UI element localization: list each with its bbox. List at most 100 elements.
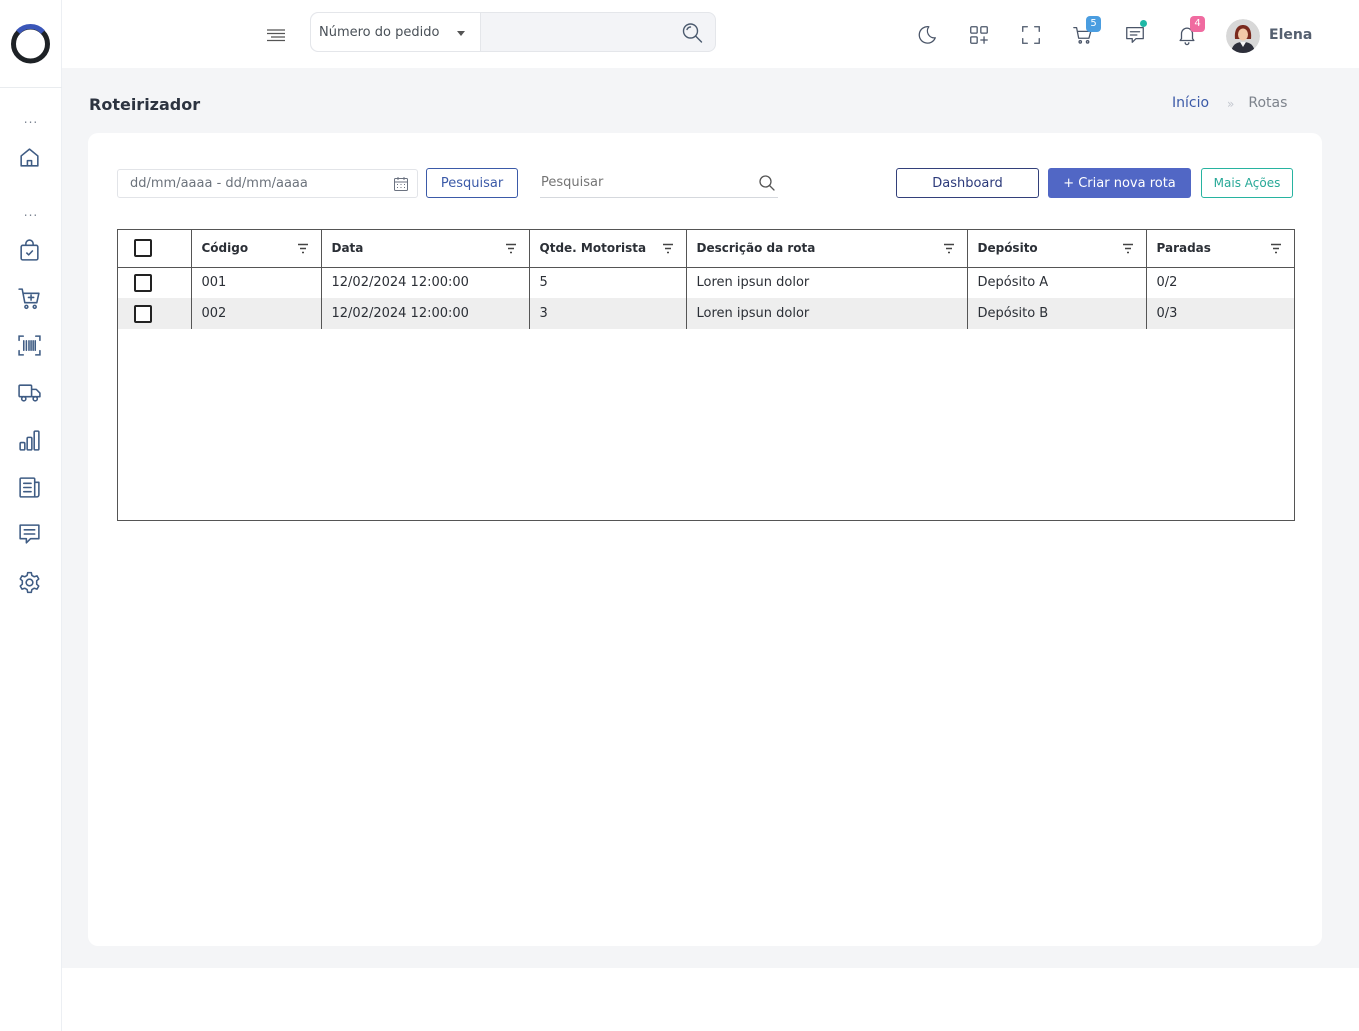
table-cell: 5 bbox=[529, 267, 687, 298]
sidebar-item-reports[interactable] bbox=[16, 427, 42, 453]
column-header[interactable]: Paradas bbox=[1146, 230, 1294, 268]
logo-icon[interactable] bbox=[9, 22, 52, 65]
table-row[interactable]: 001 12/02/2024 12:00:00 5 Loren ipsun do… bbox=[118, 267, 1294, 298]
filter-icon[interactable] bbox=[1270, 243, 1282, 254]
message-dot-indicator bbox=[1140, 20, 1147, 27]
column-header-label: Paradas bbox=[1156, 241, 1211, 256]
row-select-cell bbox=[118, 298, 192, 329]
create-route-button[interactable]: + Criar nova rota bbox=[1048, 168, 1191, 198]
filter-icon[interactable] bbox=[505, 243, 517, 254]
home-icon bbox=[19, 147, 39, 167]
table-cell: 12/02/2024 12:00:00 bbox=[321, 298, 530, 329]
breadcrumb-current: Rotas bbox=[1248, 95, 1288, 111]
date-search-button[interactable]: Pesquisar bbox=[426, 168, 518, 198]
sidebar-divider bbox=[0, 87, 62, 88]
table-cell: 12/02/2024 12:00:00 bbox=[321, 267, 530, 298]
cart-add-icon bbox=[17, 287, 40, 309]
fullscreen-button[interactable] bbox=[1020, 24, 1044, 48]
order-search-group: Número do pedido bbox=[310, 12, 716, 52]
table-cell: Depósito B bbox=[967, 298, 1147, 329]
table-cell: Depósito A bbox=[967, 267, 1147, 298]
table-header-row: Código Data Qtde. Motorista Descrição da… bbox=[118, 230, 1294, 268]
date-range-input[interactable]: dd/mm/aaaa - dd/mm/aaaa bbox=[117, 169, 418, 198]
notifications-button[interactable]: 4 bbox=[1176, 16, 1205, 48]
sidebar-item-messages[interactable] bbox=[16, 521, 42, 547]
sidebar-item-documents[interactable] bbox=[16, 474, 42, 500]
date-range-placeholder: dd/mm/aaaa - dd/mm/aaaa bbox=[130, 176, 308, 191]
document-list-icon bbox=[18, 476, 40, 498]
table-search-input[interactable] bbox=[540, 168, 750, 196]
column-header-label: Descrição da rota bbox=[696, 241, 816, 256]
apps-button[interactable] bbox=[968, 24, 992, 48]
bar-chart-icon bbox=[18, 429, 40, 451]
sidebar-item-cart[interactable] bbox=[16, 285, 42, 311]
filter-icon[interactable] bbox=[662, 243, 674, 254]
sidebar-item-barcode[interactable] bbox=[16, 332, 42, 358]
column-header[interactable]: Descrição da rota bbox=[686, 230, 968, 268]
user-name[interactable]: Elena bbox=[1269, 27, 1312, 43]
column-header[interactable]: Depósito bbox=[967, 230, 1147, 268]
menu-toggle-icon[interactable] bbox=[265, 25, 287, 43]
breadcrumb-home-link[interactable]: Início bbox=[1172, 95, 1209, 113]
message-icon bbox=[1126, 27, 1144, 43]
breadcrumb: Início » Rotas bbox=[1172, 95, 1287, 113]
search-type-label: Número do pedido bbox=[319, 24, 440, 40]
sidebar-item-home[interactable] bbox=[16, 144, 42, 170]
row-select-cell bbox=[118, 267, 192, 298]
routes-table: Código Data Qtde. Motorista Descrição da… bbox=[117, 229, 1295, 521]
truck-icon bbox=[17, 383, 41, 402]
column-header-label: Depósito bbox=[977, 241, 1038, 256]
calendar-icon bbox=[394, 177, 408, 191]
messages-button[interactable] bbox=[1124, 20, 1148, 48]
order-search-input[interactable] bbox=[481, 13, 671, 51]
column-header[interactable]: Qtde. Motorista bbox=[529, 230, 687, 268]
notification-badge: 4 bbox=[1190, 16, 1205, 32]
column-header[interactable]: Data bbox=[321, 230, 530, 268]
table-cell: Loren ipsun dolor bbox=[686, 298, 968, 329]
table-cell: 0/3 bbox=[1146, 298, 1294, 329]
top-header: Número do pedido 5 4 Elena bbox=[62, 0, 1359, 68]
dark-mode-toggle[interactable] bbox=[916, 24, 940, 48]
app-root: ... ... Número do pedido 5 4 Elena Rotei… bbox=[0, 0, 1359, 1031]
table-cell: 0/2 bbox=[1156, 275, 1178, 291]
select-all-checkbox[interactable] bbox=[134, 239, 152, 258]
column-header-label: Data bbox=[331, 241, 364, 256]
barcode-scan-icon bbox=[17, 334, 41, 356]
sidebar-item-orders[interactable] bbox=[16, 237, 42, 263]
dashboard-button[interactable]: Dashboard bbox=[896, 168, 1039, 198]
table-cell: 001 bbox=[191, 267, 322, 298]
moon-icon bbox=[918, 26, 936, 44]
settings-icon bbox=[18, 571, 40, 593]
sidebar-section-dots: ... bbox=[23, 112, 39, 126]
sidebar-item-delivery[interactable] bbox=[16, 379, 42, 405]
table-cell: 002 bbox=[191, 298, 322, 329]
table-cell: 3 bbox=[529, 298, 687, 329]
apps-grid-icon bbox=[970, 26, 988, 44]
filter-icon[interactable] bbox=[1122, 243, 1134, 254]
sidebar: ... ... bbox=[0, 0, 62, 1031]
more-actions-button[interactable]: Mais Ações bbox=[1201, 168, 1293, 198]
page-title: Roteirizador bbox=[89, 95, 201, 114]
select-all-cell bbox=[118, 230, 192, 268]
chat-icon bbox=[18, 523, 40, 544]
search-icon[interactable] bbox=[758, 174, 776, 192]
column-header-label: Código bbox=[201, 241, 249, 256]
chevron-down-icon bbox=[457, 31, 465, 36]
fullscreen-icon bbox=[1022, 26, 1040, 44]
sidebar-item-settings[interactable] bbox=[16, 569, 42, 595]
table-cell: Loren ipsun dolor bbox=[686, 267, 968, 298]
filter-icon[interactable] bbox=[297, 243, 309, 254]
user-avatar-icon bbox=[1226, 19, 1260, 53]
table-row[interactable]: 002 12/02/2024 12:00:00 3 Loren ipsun do… bbox=[118, 298, 1294, 329]
cart-button[interactable]: 5 bbox=[1072, 16, 1101, 48]
sidebar-section-dots: ... bbox=[23, 205, 39, 219]
column-header[interactable]: Código bbox=[191, 230, 322, 268]
row-checkbox[interactable] bbox=[134, 304, 152, 323]
row-checkbox[interactable] bbox=[134, 273, 152, 292]
cart-badge: 5 bbox=[1086, 16, 1101, 32]
search-icon[interactable] bbox=[681, 22, 705, 44]
table-search bbox=[540, 168, 778, 198]
search-type-select[interactable]: Número do pedido bbox=[311, 13, 481, 51]
avatar[interactable] bbox=[1226, 19, 1260, 53]
filter-icon[interactable] bbox=[943, 243, 955, 254]
